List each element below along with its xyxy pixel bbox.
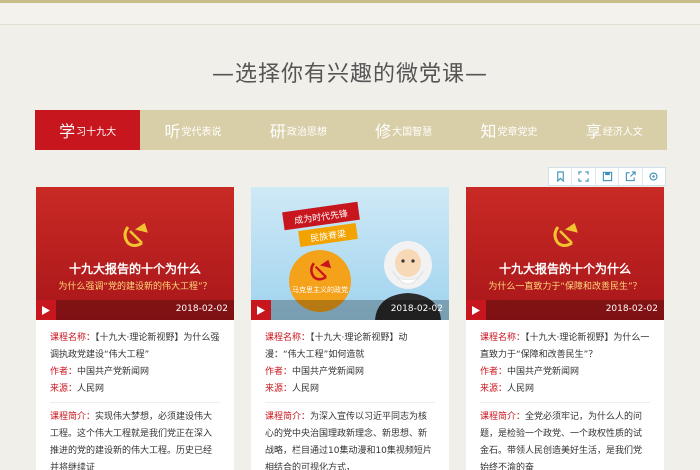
author-value: 中国共产党新闻网 [507,367,580,377]
tab-label-big: 研 [269,122,286,141]
expand-icon[interactable] [572,168,596,185]
intro-label: 课程简介： [50,412,96,422]
course-name-label: 课程名称： [50,333,96,343]
tab-enjoy[interactable]: 享经济人文 [562,110,667,150]
tab-label-small: 党章党史 [497,126,538,138]
tab-label-big: 听 [164,122,181,141]
author-label: 作者： [50,367,78,377]
course-thumbnail[interactable]: 成为时代先锋 民族脊梁 马克思主义的政党 2018-02-02 [251,187,449,320]
play-icon[interactable] [36,300,56,320]
course-thumbnail[interactable]: 十九大报告的十个为什么 为什么强调“党的建设新的伟大工程”？ 2018-02-0… [36,187,234,320]
source-value: 人民网 [507,384,535,394]
top-bar [0,3,700,25]
publish-date: 2018-02-02 [605,304,658,314]
course-name-row: 课程名称：【十九大·理论新视野】动漫：“伟大工程”如何造就 [265,330,435,364]
source-label: 来源： [50,384,78,394]
intro-label: 课程简介： [480,412,526,422]
tab-label-small: 政治思想 [286,126,327,138]
save-icon[interactable] [596,168,620,185]
divider [265,402,435,403]
course-card[interactable]: 十九大报告的十个为什么 为什么强调“党的建设新的伟大工程”？ 2018-02-0… [36,187,234,470]
course-name-row: 课程名称：【十九大·理论新视野】为什么强调执政党建设“伟大工程” [50,330,220,364]
course-info: 课程名称：【十九大·理论新视野】为什么一直致力于“保障和改善民生”？ 作者：中国… [466,320,664,470]
divider [50,402,220,403]
intro-label: 课程简介： [265,412,311,422]
publish-date: 2018-02-02 [175,304,228,314]
tab-label-small: 习十九大 [76,126,117,138]
thumbnail-title: 十九大报告的十个为什么 [498,262,631,276]
image-toolbar [548,167,666,186]
party-emblem-icon [310,259,332,281]
settings-icon[interactable] [643,168,665,185]
thumbnail-title: 十九大报告的十个为什么 [68,262,201,276]
author-label: 作者： [480,367,508,377]
author-row: 作者：中国共产党新闻网 [265,364,435,381]
tab-listen[interactable]: 听党代表说 [140,110,245,150]
tab-know[interactable]: 知党章党史 [456,110,561,150]
source-row: 来源：人民网 [265,381,435,398]
bookmark-icon[interactable] [549,168,573,185]
author-row: 作者：中国共产党新闻网 [50,364,220,381]
course-info: 课程名称：【十九大·理论新视野】为什么强调执政党建设“伟大工程” 作者：中国共产… [36,320,234,470]
source-row: 来源：人民网 [50,381,220,398]
tab-label-small: 党代表说 [181,126,222,138]
category-tabs: 学习十九大 听党代表说 研政治思想 修大国智慧 知党章党史 享经济人文 [35,110,667,150]
share-icon[interactable] [619,168,643,185]
course-card[interactable]: 成为时代先锋 民族脊梁 马克思主义的政党 2018-02-02 课程名称：【十九… [251,187,449,470]
author-label: 作者： [265,367,293,377]
divider [480,402,650,403]
tab-label-big: 享 [585,122,602,141]
thumbnail-subtitle: 为什么一直致力于“保障和改善民生”？ [488,282,642,292]
author-row: 作者：中国共产党新闻网 [480,364,650,381]
tab-research[interactable]: 研政治思想 [246,110,351,150]
course-name-row: 课程名称：【十九大·理论新视野】为什么一直致力于“保障和改善民生”？ [480,330,650,364]
tab-label-big: 修 [375,122,392,141]
section-heading: —选择你有兴趣的微党课— [211,62,488,87]
play-icon[interactable] [251,300,271,320]
source-label: 来源： [265,384,293,394]
source-value: 人民网 [292,384,320,394]
author-value: 中国共产党新闻网 [77,367,150,377]
source-label: 来源： [480,384,508,394]
intro-row: 课程简介：为深入宣传以习近平同志为核心的党中央治国理政新理念、新思想、新战略，栏… [265,409,435,470]
tab-label-big: 学 [59,122,76,141]
publish-date: 2018-02-02 [390,304,443,314]
party-emblem-icon [123,223,148,247]
thumbnail-subtitle: 为什么强调“党的建设新的伟大工程”？ [58,282,212,292]
course-card[interactable]: 十九大报告的十个为什么 为什么一直致力于“保障和改善民生”？ 2018-02-0… [466,187,664,470]
party-emblem-icon [553,223,578,247]
course-name-label: 课程名称： [265,333,311,343]
source-row: 来源：人民网 [480,381,650,398]
course-name-label: 课程名称： [480,333,526,343]
circle-caption: 马克思主义的政党 [292,286,348,294]
tab-label-big: 知 [480,122,497,141]
play-icon[interactable] [466,300,486,320]
intro-row: 课程简介：实现伟大梦想，必须建设伟大工程。这个伟大工程就是我们党正在深入推进的党… [50,409,220,470]
source-value: 人民网 [77,384,105,394]
tab-label-small: 大国智慧 [392,126,433,138]
tab-cultivate[interactable]: 修大国智慧 [351,110,456,150]
intro-row: 课程简介：全党必须牢记，为什么人的问题，是检验一个政党、一个政权性质的试金石。带… [480,409,650,470]
tab-study[interactable]: 学习十九大 [35,110,141,150]
tab-label-small: 经济人文 [602,126,643,138]
course-thumbnail[interactable]: 十九大报告的十个为什么 为什么一直致力于“保障和改善民生”？ 2018-02-0… [466,187,664,320]
course-info: 课程名称：【十九大·理论新视野】动漫：“伟大工程”如何造就 作者：中国共产党新闻… [251,320,449,470]
author-value: 中国共产党新闻网 [292,367,365,377]
